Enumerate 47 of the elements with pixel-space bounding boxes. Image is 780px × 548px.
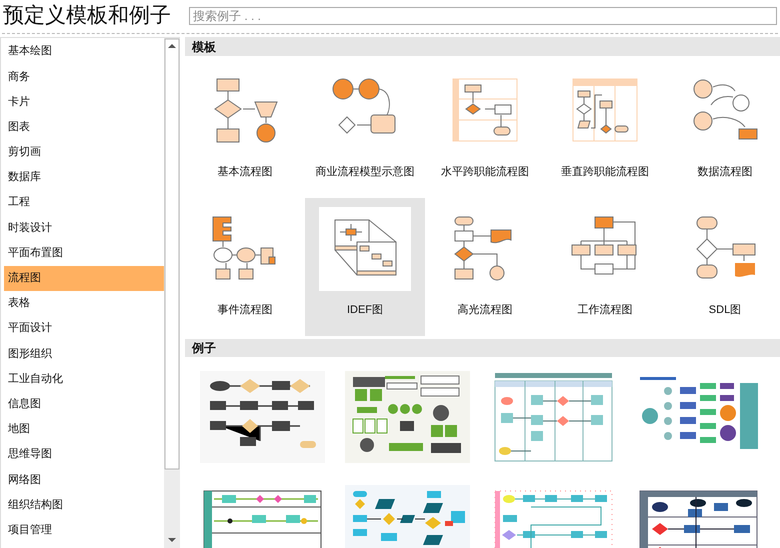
category-item[interactable]: 基本绘图 [4, 39, 164, 64]
template-label: 工作流程图 [578, 302, 632, 318]
template-label: 数据流程图 [698, 164, 752, 180]
template-tile[interactable]: 数据流程图 [665, 60, 780, 198]
dialog-title: 预定义模板和例子 [3, 5, 171, 26]
template-tile[interactable]: 水平跨职能流程图 [425, 60, 545, 198]
template-label: IDEF图 [346, 303, 384, 318]
template-label: 事件流程图 [218, 302, 272, 318]
template-label: 高光流程图 [458, 302, 512, 318]
template-tile[interactable]: 基本流程图 [185, 60, 305, 198]
category-item[interactable]: 卡片 [4, 89, 164, 115]
template-label: 商业流程模型示意图 [316, 164, 414, 180]
category-item[interactable]: 工业自动化 [4, 366, 164, 392]
category-item[interactable]: 流程图 [4, 266, 164, 291]
category-item[interactable]: 时装设计 [4, 215, 164, 240]
search-field[interactable]: 搜索例子 . . . [189, 6, 777, 24]
scrollbar-drawing[interactable] [164, 38, 180, 548]
template-tile[interactable]: SDL图 [665, 198, 780, 336]
category-item[interactable]: 信息图 [4, 392, 164, 417]
template-label: 基本流程图 [218, 164, 272, 180]
category-item[interactable]: 地图 [4, 416, 164, 442]
section-header: 模板 [185, 37, 780, 56]
template-label: 水平跨职能流程图 [441, 164, 529, 180]
category-item[interactable]: 剪切画 [4, 140, 164, 165]
category-item[interactable]: 表格 [4, 290, 164, 316]
flowchart-thumbnail[interactable] [345, 371, 470, 463]
category-item[interactable]: 商务 [4, 64, 164, 90]
category-item[interactable]: 平面布置图 [4, 240, 164, 266]
template-label: 垂直跨职能流程图 [561, 164, 649, 180]
template-tile[interactable]: 工作流程图 [545, 198, 665, 336]
category-item[interactable]: 网络图 [4, 467, 164, 492]
flowchart-thumbnail[interactable] [200, 371, 325, 463]
section-header: 例子 [185, 339, 780, 357]
template-label: SDL图 [708, 303, 742, 318]
category-item[interactable]: 组织结构图 [4, 492, 164, 518]
template-tile[interactable]: IDEF图 [305, 198, 425, 336]
template-tile[interactable]: 商业流程模型示意图 [305, 60, 425, 198]
category-item[interactable]: 项目管理 [4, 518, 164, 543]
template-tile[interactable]: 事件流程图 [185, 198, 305, 336]
category-item[interactable]: 平面设计 [4, 316, 164, 342]
category-item[interactable]: 数据库 [4, 164, 164, 190]
category-item[interactable]: 思维导图 [4, 442, 164, 468]
template-tile[interactable]: 垂直跨职能流程图 [545, 60, 665, 198]
category-item[interactable]: 图形组织 [4, 341, 164, 366]
category-item[interactable]: 工程 [4, 190, 164, 216]
category-item[interactable]: 图表 [4, 114, 164, 140]
template-tile[interactable]: 高光流程图 [425, 198, 545, 336]
